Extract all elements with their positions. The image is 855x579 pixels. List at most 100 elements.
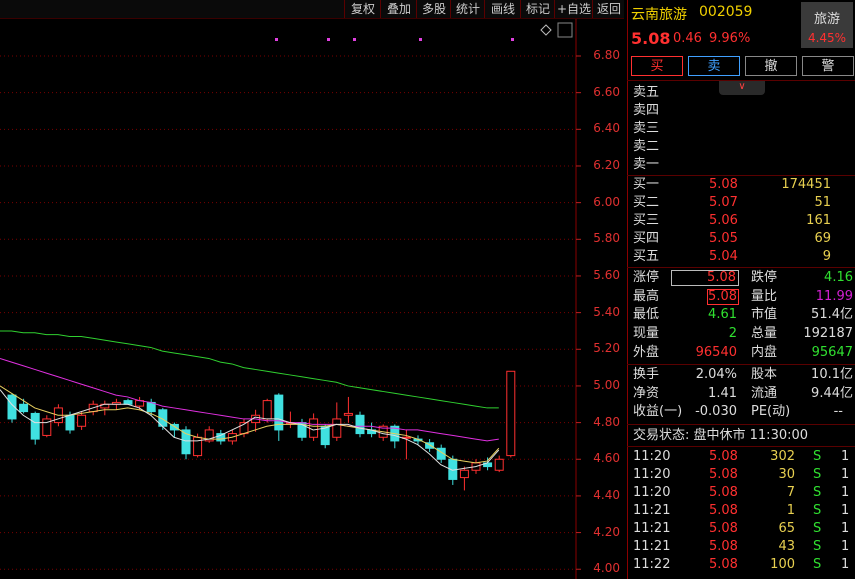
divider: [627, 446, 855, 447]
ask-row: 卖五: [627, 84, 855, 102]
tick-price: 5.08: [709, 503, 738, 518]
ma-long-line: [0, 330, 499, 409]
event-marker[interactable]: [419, 38, 422, 41]
toolbar-button-add-watchlist[interactable]: +自选: [554, 0, 593, 18]
ma-fast-line: [0, 389, 500, 471]
toolbar-button-overlay[interactable]: 叠加: [380, 0, 417, 18]
stock-code: 002059: [699, 4, 753, 20]
bid-label: 买四: [633, 231, 660, 246]
tick-time: 11:21: [633, 521, 671, 536]
event-marker[interactable]: [511, 38, 514, 41]
y-tick-label: 4.20: [593, 524, 620, 539]
sell-button[interactable]: 卖: [688, 56, 740, 76]
candle-up[interactable]: [459, 469, 469, 479]
ask-row: 卖三: [627, 120, 855, 138]
candle-down[interactable]: [320, 425, 330, 446]
candle-up[interactable]: [332, 418, 342, 438]
tick-n: 1: [841, 503, 850, 518]
tick-side: S: [813, 503, 822, 518]
y-tick-label: 5.80: [593, 231, 620, 246]
tick-row: 11:20 5.08 7 S 1: [627, 484, 855, 502]
cur-vol-label: 现量: [633, 326, 660, 341]
candle-up[interactable]: [506, 370, 516, 457]
bid-vol: 9: [822, 249, 831, 264]
divider: [627, 80, 855, 81]
candle-down[interactable]: [123, 400, 133, 405]
turnover-label: 换手: [633, 367, 660, 382]
tick-vol: 43: [778, 539, 795, 554]
price-change-pct: 9.96%: [709, 31, 751, 46]
stat-row: 最低 4.61 市值 51.4亿: [627, 306, 855, 324]
tick-row: 11:21 5.08 43 S 1: [627, 538, 855, 556]
candle-up[interactable]: [494, 458, 504, 471]
low-label: 最低: [633, 307, 660, 322]
candle-up[interactable]: [309, 418, 319, 438]
tick-time: 11:21: [633, 503, 671, 518]
y-tick-label: 5.20: [593, 341, 620, 356]
chart-scroll-handle[interactable]: [557, 22, 573, 38]
sector-badge[interactable]: 旅游 4.45%: [801, 2, 853, 48]
tick-side: S: [813, 521, 822, 536]
bid-row: 买二 5.07 51: [627, 194, 855, 212]
event-marker[interactable]: [275, 38, 278, 41]
low-value: 4.61: [708, 307, 737, 322]
candle-down[interactable]: [355, 414, 365, 435]
tick-price: 5.08: [709, 539, 738, 554]
inner-value: 95647: [811, 345, 853, 360]
y-tick-label: 4.60: [593, 451, 620, 466]
diamond-marker-icon[interactable]: [540, 24, 552, 36]
equity-value: 10.1亿: [811, 367, 853, 382]
event-marker[interactable]: [327, 38, 330, 41]
kline-chart[interactable]: 6.80 6.60 6.40 6.20 6.00 5.80 5.60 5.40 5.20 5.00…: [0, 19, 624, 579]
tick-side: S: [813, 485, 822, 500]
mktcap-value: 51.4亿: [811, 307, 853, 322]
ask-row: 卖四: [627, 102, 855, 120]
toolbar-button-back[interactable]: 返回: [592, 0, 625, 18]
alert-button[interactable]: 警: [802, 56, 854, 76]
candle-down[interactable]: [30, 412, 40, 440]
bid-row: 买五 5.04 9: [627, 248, 855, 266]
toolbar-button-adjust[interactable]: 复权: [344, 0, 381, 18]
vol-ratio-label: 量比: [751, 289, 778, 304]
equity-label: 股本: [751, 367, 778, 382]
buy-button[interactable]: 买: [631, 56, 683, 76]
candle-down[interactable]: [65, 414, 75, 431]
tick-price: 5.08: [709, 521, 738, 536]
high-label: 最高: [633, 289, 660, 304]
trade-status-text: 交易状态: 盘中休市 11:30:00: [633, 428, 809, 443]
sector-name: 旅游: [813, 12, 840, 27]
y-tick-label: 6.60: [593, 84, 620, 99]
stat-row: 净资 1.41 流通 9.44亿: [627, 385, 855, 403]
y-tick-label: 5.40: [593, 304, 620, 319]
candle-up[interactable]: [77, 414, 87, 427]
ask-label: 卖五: [633, 85, 660, 100]
candle-down[interactable]: [19, 403, 29, 413]
stat-row: 最高 5.08 量比 11.99: [627, 288, 855, 306]
mktcap-label: 市值: [751, 307, 778, 322]
divider: [627, 424, 855, 425]
y-tick-label: 4.80: [593, 414, 620, 429]
stock-name: 云南旅游: [631, 7, 687, 23]
limit-up-value: 5.08: [671, 270, 739, 286]
tick-price: 5.08: [709, 485, 738, 500]
candle-up[interactable]: [262, 400, 272, 420]
tick-price: 5.08: [709, 557, 738, 572]
toolbar-button-mark[interactable]: 标记: [520, 0, 555, 18]
tick-vol: 30: [778, 467, 795, 482]
cancel-order-button[interactable]: 撤: [745, 56, 797, 76]
tick-side: S: [813, 557, 822, 572]
ask-label: 卖四: [633, 103, 660, 118]
event-marker[interactable]: [353, 38, 356, 41]
vol-ratio-value: 11.99: [815, 289, 853, 304]
candle-up[interactable]: [343, 412, 353, 416]
y-tick-label: 6.00: [593, 194, 620, 209]
outer-value: 96540: [695, 345, 737, 360]
toolbar-button-stats[interactable]: 统计: [450, 0, 485, 18]
stat-row: 换手 2.04% 股本 10.1亿: [627, 366, 855, 384]
tick-n: 1: [841, 467, 850, 482]
toolbar-button-multi[interactable]: 多股: [416, 0, 451, 18]
bid-row: 买一 5.08 174451: [627, 176, 855, 194]
toolbar-button-draw[interactable]: 画线: [484, 0, 521, 18]
tick-row: 11:22 5.08 100 S 1: [627, 556, 855, 574]
bid-vol: 69: [814, 231, 831, 246]
